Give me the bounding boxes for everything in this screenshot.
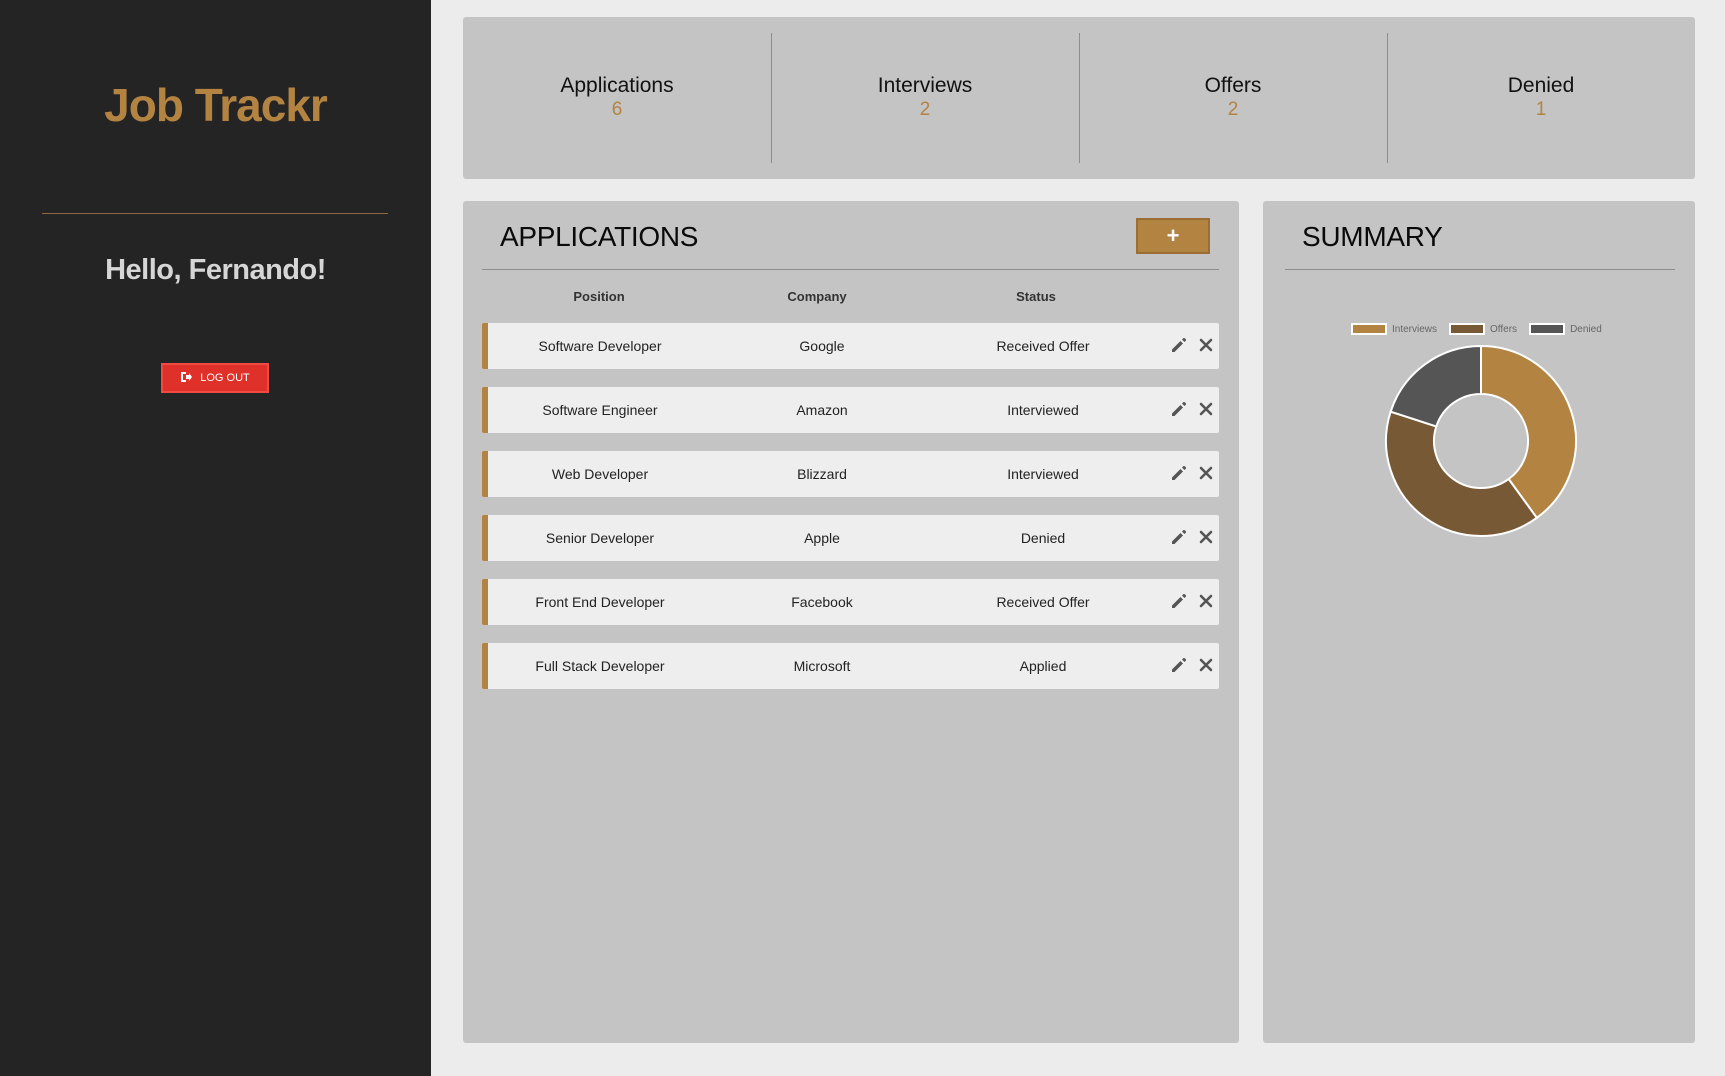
pencil-icon[interactable]: [1169, 591, 1189, 611]
applications-list: Software Developer Google Received Offer…: [482, 323, 1219, 707]
table-row: Senior Developer Apple Denied: [482, 515, 1219, 561]
stat-value: 2: [1227, 99, 1239, 120]
cell-position: Full Stack Developer: [535, 658, 665, 674]
stat-offers: Offers 2: [1079, 17, 1387, 179]
applications-title: APPLICATIONS: [500, 221, 699, 252]
brand-logo: Job Trackr: [104, 79, 328, 131]
cell-position: Software Engineer: [542, 402, 658, 418]
cell-position: Software Developer: [538, 338, 662, 354]
cell-status: Applied: [1019, 658, 1067, 674]
pencil-icon[interactable]: [1169, 527, 1189, 547]
legend-item-offers[interactable]: Offers: [1449, 323, 1517, 335]
pencil-icon[interactable]: [1169, 335, 1189, 355]
stat-value: 1: [1535, 99, 1547, 120]
stat-applications: Applications 6: [463, 17, 771, 179]
stat-label: Denied: [1507, 74, 1575, 97]
add-application-button[interactable]: +: [1136, 218, 1210, 254]
donut-slice-denied[interactable]: [1389, 344, 1482, 428]
stats-bar: Applications 6 Interviews 2 Offers 2 Den…: [463, 17, 1695, 179]
table-row: Full Stack Developer Microsoft Applied: [482, 643, 1219, 689]
logout-button[interactable]: LOG OUT: [161, 363, 269, 393]
table-row: Software Engineer Amazon Interviewed: [482, 387, 1219, 433]
cell-company: Apple: [804, 530, 840, 546]
cell-company: Facebook: [791, 594, 853, 610]
legend-item-denied[interactable]: Denied: [1529, 323, 1602, 335]
applications-panel: APPLICATIONS + Position Company Status S…: [463, 201, 1239, 1043]
cell-company: Google: [799, 338, 845, 354]
cell-company: Microsoft: [793, 658, 851, 674]
sidebar-divider: [42, 213, 388, 214]
stat-label: Applications: [560, 74, 674, 97]
legend-label: Interviews: [1392, 323, 1438, 335]
stat-denied: Denied 1: [1387, 17, 1695, 179]
cell-status: Received Offer: [996, 594, 1090, 610]
table-row: Web Developer Blizzard Interviewed: [482, 451, 1219, 497]
legend-label: Denied: [1570, 323, 1602, 335]
pencil-icon[interactable]: [1169, 655, 1189, 675]
legend-item-interviews[interactable]: Interviews: [1351, 323, 1437, 335]
stat-value: 2: [919, 99, 931, 120]
chart-legend: Interviews Offers Denied: [1351, 323, 1602, 335]
cell-position: Web Developer: [551, 466, 649, 482]
cell-position: Front End Developer: [535, 594, 665, 610]
table-header: Position Company Status: [482, 289, 1219, 309]
legend-label: Offers: [1490, 323, 1518, 335]
sign-out-icon: [180, 371, 193, 386]
pencil-icon[interactable]: [1169, 399, 1189, 419]
table-row: Software Developer Google Received Offer: [482, 323, 1219, 369]
close-icon[interactable]: [1196, 399, 1216, 419]
sidebar: Job Trackr Hello, Fernando! LOG OUT: [0, 0, 431, 1076]
pencil-icon[interactable]: [1169, 463, 1189, 483]
column-header-position: Position: [573, 289, 625, 304]
close-icon[interactable]: [1196, 655, 1216, 675]
column-header-status: Status: [1016, 289, 1056, 304]
legend-swatch: [1449, 323, 1486, 335]
cell-company: Blizzard: [797, 466, 847, 482]
logout-label: LOG OUT: [200, 372, 250, 384]
cell-status: Interviewed: [1007, 466, 1079, 482]
legend-swatch: [1529, 323, 1566, 335]
cell-position: Senior Developer: [545, 530, 655, 546]
close-icon[interactable]: [1196, 335, 1216, 355]
summary-title: SUMMARY: [1302, 221, 1443, 252]
cell-status: Received Offer: [996, 338, 1090, 354]
stat-value: 6: [611, 99, 623, 120]
panel-divider: [482, 269, 1219, 270]
stat-interviews: Interviews 2: [771, 17, 1079, 179]
panel-divider: [1285, 269, 1675, 270]
close-icon[interactable]: [1196, 527, 1216, 547]
legend-swatch: [1351, 323, 1387, 335]
table-row: Front End Developer Facebook Received Of…: [482, 579, 1219, 625]
close-icon[interactable]: [1196, 463, 1216, 483]
cell-company: Amazon: [796, 402, 848, 418]
cell-status: Interviewed: [1007, 402, 1079, 418]
stat-label: Interviews: [877, 74, 973, 97]
stat-label: Offers: [1204, 74, 1262, 97]
donut-chart: [1385, 344, 1577, 537]
summary-panel: SUMMARY Interviews Offers Denied: [1263, 201, 1695, 1043]
cell-status: Denied: [1020, 530, 1066, 546]
close-icon[interactable]: [1196, 591, 1216, 611]
column-header-company: Company: [787, 289, 847, 304]
greeting: Hello, Fernando!: [105, 254, 326, 286]
